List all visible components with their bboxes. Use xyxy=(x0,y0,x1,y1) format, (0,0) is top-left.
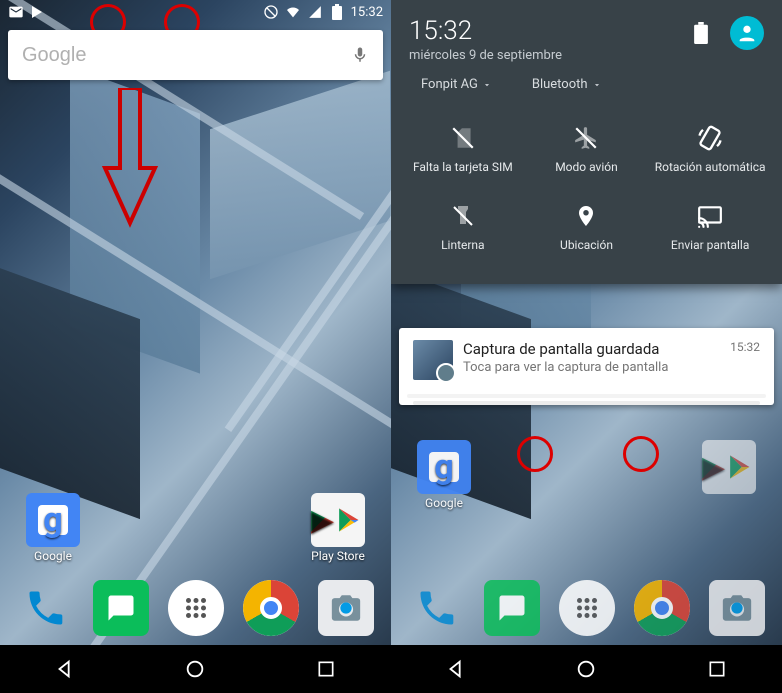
chevron-down-icon xyxy=(592,80,602,90)
airplane-icon xyxy=(572,124,600,152)
notification-time: 15:32 xyxy=(730,340,760,354)
autorotate-icon xyxy=(696,124,724,152)
navigation-bar xyxy=(0,645,391,693)
status-clock: 15:32 xyxy=(351,5,383,20)
cast-icon xyxy=(696,202,724,230)
notification-stack-hint xyxy=(407,394,766,398)
airplane-tile[interactable]: Modo avión xyxy=(525,110,649,188)
right-phone-quick-settings: 15:32 miércoles 9 de septiembre Fonpit A… xyxy=(391,0,782,693)
messages-app[interactable] xyxy=(484,580,540,636)
search-placeholder: Google xyxy=(22,44,351,67)
navigation-bar xyxy=(391,645,782,693)
notification-title: Captura de pantalla guardada xyxy=(463,340,720,358)
no-sim-icon xyxy=(449,124,477,152)
chrome-app[interactable] xyxy=(243,580,299,636)
battery-icon[interactable] xyxy=(694,22,708,44)
play-store-status-icon xyxy=(30,4,46,20)
wifi-label: Fonpit AG xyxy=(421,77,478,92)
tile-label: Modo avión xyxy=(555,160,618,174)
google-app-icon xyxy=(26,493,80,547)
user-avatar[interactable] xyxy=(730,16,764,50)
wifi-chip[interactable]: Fonpit AG xyxy=(421,77,492,92)
bluetooth-label: Bluetooth xyxy=(532,77,588,92)
screenshot-thumbnail-icon xyxy=(413,340,453,380)
google-app[interactable]: Google xyxy=(18,493,88,563)
left-phone-home-screen: 15:32 Google Google Play Store xyxy=(0,0,391,693)
dock xyxy=(391,573,782,643)
app-label: Google xyxy=(34,549,72,563)
autorotate-tile[interactable]: Rotación automática xyxy=(648,110,772,188)
google-search-widget[interactable]: Google xyxy=(8,30,383,80)
play-store-app-icon xyxy=(702,440,756,494)
signal-icon xyxy=(307,4,323,20)
status-left xyxy=(8,4,46,20)
recents-button[interactable] xyxy=(705,657,729,681)
phone-app[interactable] xyxy=(18,580,74,636)
app-label: Play Store xyxy=(311,549,365,563)
google-app[interactable]: Google xyxy=(409,440,479,510)
wifi-icon xyxy=(285,4,301,20)
notification-subtitle: Toca para ver la captura de pantalla xyxy=(463,360,720,375)
play-store-app-icon xyxy=(311,493,365,547)
app-label: Google xyxy=(425,496,463,510)
battery-icon xyxy=(329,4,345,20)
qs-connection-row: Fonpit AG Bluetooth xyxy=(391,69,782,104)
mic-icon[interactable] xyxy=(351,43,369,67)
home-app-row: Google Play Store xyxy=(0,493,391,563)
chrome-app[interactable] xyxy=(634,580,690,636)
notification-stack-hint xyxy=(413,401,760,405)
status-bar[interactable]: 15:32 xyxy=(0,0,391,24)
status-right: 15:32 xyxy=(263,4,383,20)
tile-label: Linterna xyxy=(441,238,485,252)
gmail-icon xyxy=(8,4,24,20)
quick-settings-panel[interactable]: 15:32 miércoles 9 de septiembre Fonpit A… xyxy=(391,0,782,284)
back-button[interactable] xyxy=(53,657,77,681)
screenshot-notification[interactable]: Captura de pantalla guardada Toca para v… xyxy=(399,328,774,405)
camera-app[interactable] xyxy=(318,580,374,636)
spacer xyxy=(88,493,303,563)
back-button[interactable] xyxy=(444,657,468,681)
flashlight-tile[interactable]: Linterna xyxy=(401,188,525,266)
camera-app[interactable] xyxy=(709,580,765,636)
tile-label: Falta la tarjeta SIM xyxy=(413,160,513,174)
location-icon xyxy=(572,202,600,230)
play-store-app[interactable] xyxy=(694,440,764,494)
tile-label: Rotación automática xyxy=(655,160,766,174)
dock xyxy=(0,573,391,643)
home-button[interactable] xyxy=(574,657,598,681)
qs-header: 15:32 miércoles 9 de septiembre xyxy=(391,0,782,69)
qs-tiles-grid: Falta la tarjeta SIM Modo avión Rotación… xyxy=(391,104,782,284)
cast-tile[interactable]: Enviar pantalla xyxy=(648,188,772,266)
do-not-disturb-icon xyxy=(263,4,279,20)
tile-label: Enviar pantalla xyxy=(671,238,749,252)
no-sim-tile[interactable]: Falta la tarjeta SIM xyxy=(401,110,525,188)
qs-date: miércoles 9 de septiembre xyxy=(409,48,562,63)
qs-header-icons xyxy=(694,16,764,50)
recents-button[interactable] xyxy=(314,657,338,681)
home-button[interactable] xyxy=(183,657,207,681)
tile-label: Ubicación xyxy=(560,238,613,252)
app-drawer-button[interactable] xyxy=(168,580,224,636)
chevron-down-icon xyxy=(482,80,492,90)
phone-app[interactable] xyxy=(409,580,465,636)
google-app-icon xyxy=(417,440,471,494)
qs-clock-block[interactable]: 15:32 miércoles 9 de septiembre xyxy=(409,16,562,63)
flashlight-icon xyxy=(449,202,477,230)
qs-time: 15:32 xyxy=(409,16,562,46)
play-store-app[interactable]: Play Store xyxy=(303,493,373,563)
app-drawer-button[interactable] xyxy=(559,580,615,636)
bluetooth-chip[interactable]: Bluetooth xyxy=(532,77,602,92)
location-tile[interactable]: Ubicación xyxy=(525,188,649,266)
messages-app[interactable] xyxy=(93,580,149,636)
